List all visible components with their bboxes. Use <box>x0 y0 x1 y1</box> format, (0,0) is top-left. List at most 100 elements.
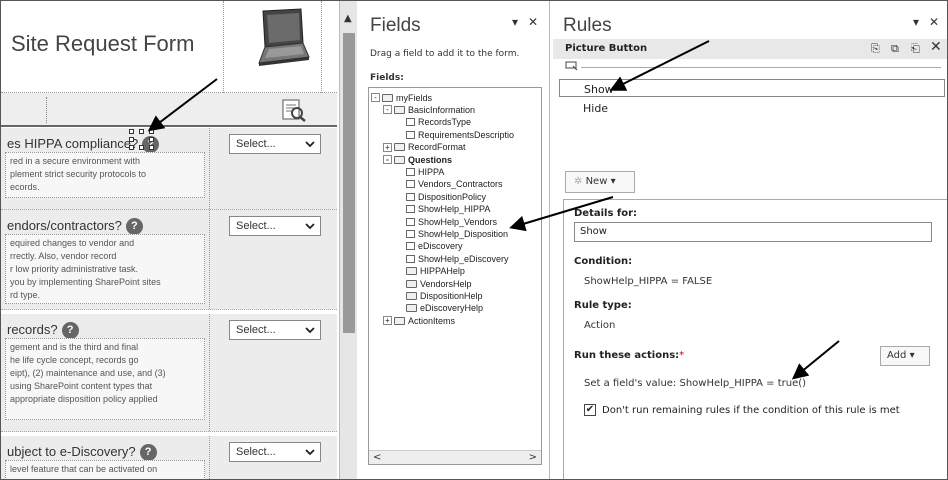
tree-node[interactable]: DispositionHelp <box>406 290 483 301</box>
expand-icon[interactable]: + <box>383 316 392 326</box>
hippa-select[interactable]: Select... <box>229 134 321 154</box>
help-icon[interactable]: ? <box>61 322 79 340</box>
tree-node-label: HIPPA <box>418 166 445 177</box>
ediscovery-select[interactable]: Select... <box>229 442 321 462</box>
scroll-thumb[interactable] <box>343 33 355 333</box>
check-icon[interactable]: ✔ <box>584 404 596 416</box>
control-name: Picture Button <box>565 43 648 54</box>
tree-node-label: Questions <box>408 154 453 165</box>
chevron-down-icon: ▾ <box>909 350 915 361</box>
copy-rule-icon[interactable]: ⎘ <box>871 42 880 56</box>
folder-icon <box>382 93 393 102</box>
pane-options-dropdown-icon[interactable]: ▾ <box>913 15 919 29</box>
fields-pane: Fields ▾ ✕ Drag a field to add it to the… <box>358 1 550 479</box>
tree-node[interactable]: - BasicInformation <box>383 104 475 115</box>
collapse-icon[interactable]: - <box>371 93 380 102</box>
tree-node-label: ShowHelp_eDiscovery <box>418 253 509 264</box>
rule-item-show[interactable]: Show <box>559 79 945 97</box>
pane-options-dropdown-icon[interactable]: ▾ <box>512 15 518 29</box>
rule-type-value: Action <box>584 320 616 331</box>
help-icon[interactable]: ? <box>125 218 143 236</box>
new-rule-button[interactable]: ✲ New ▾ <box>565 171 635 193</box>
question-text: records? <box>7 322 58 337</box>
field-icon <box>406 254 415 263</box>
question-row-records: records?? gement and is the third and fi… <box>1 314 337 432</box>
tree-node[interactable]: ShowHelp_Vendors <box>406 216 497 227</box>
tree-node-label: VendorsHelp <box>420 278 472 289</box>
tree-node[interactable]: HIPPA <box>406 166 444 177</box>
collapse-icon[interactable]: - <box>383 105 392 115</box>
help-icon[interactable]: ? <box>139 444 157 462</box>
rule-name-input[interactable]: Show <box>574 222 932 242</box>
tree-node[interactable]: + ActionItems <box>383 315 455 326</box>
tree-node[interactable]: RecordsType <box>406 117 471 128</box>
question-text: endors/contractors? <box>7 218 122 233</box>
question-row-vendors: endors/contractors?? equired changes to … <box>1 210 337 310</box>
details-for-label: Details for: <box>574 208 638 219</box>
scroll-right-icon[interactable]: > <box>529 452 537 463</box>
field-icon <box>406 192 415 201</box>
stop-rules-checkbox[interactable]: ✔ Don't run remaining rules if the condi… <box>584 404 900 416</box>
tree-node[interactable]: + RecordFormat <box>383 142 466 153</box>
tree-node[interactable]: VendorsHelp <box>406 278 472 289</box>
vendors-select[interactable]: Select... <box>229 216 321 236</box>
copy-all-rules-icon[interactable]: ⧉ <box>891 42 899 56</box>
chevron-down-icon <box>305 449 315 456</box>
fields-label: Fields: <box>370 73 404 83</box>
tree-node[interactable]: - Questions <box>383 154 452 165</box>
action-item[interactable]: Set a field's value: ShowHelp_HIPPA = tr… <box>584 378 806 389</box>
field-icon <box>406 180 415 189</box>
fields-tree[interactable]: + ActionItems eDiscoveryHelp DispositionHel… <box>368 87 542 465</box>
tree-node[interactable]: eDiscoveryHelp <box>406 303 483 314</box>
rules-control-header: Picture Button ⎘ ⧉ ⎗ ✕ <box>553 39 947 59</box>
button-event-icon <box>565 61 578 71</box>
tree-node[interactable]: eDiscovery <box>406 241 463 252</box>
scroll-left-icon[interactable]: < <box>373 452 381 463</box>
tree-node[interactable]: HIPPAHelp <box>406 266 465 277</box>
tree-node[interactable]: Vendors_Contractors <box>406 179 503 190</box>
rules-pane-title: Rules <box>563 15 612 36</box>
tree-horizontal-scrollbar[interactable]: < > <box>369 450 541 464</box>
folder-icon <box>406 279 417 288</box>
tree-node-label: eDiscoveryHelp <box>420 303 484 314</box>
picture-button-icon[interactable] <box>281 98 307 122</box>
expand-icon[interactable]: + <box>383 142 392 152</box>
tree-node-label: HIPPAHelp <box>420 266 465 277</box>
condition-label: Condition: <box>574 256 633 267</box>
tree-node[interactable]: - myFields <box>371 92 432 103</box>
condition-value[interactable]: ShowHelp_HIPPA = FALSE <box>584 276 712 287</box>
tree-node-label: DispositionPolicy <box>418 191 487 202</box>
tree-node[interactable]: ShowHelp_Disposition <box>406 228 508 239</box>
question-row-ediscovery: ubject to e-Discovery?? level feature th… <box>1 436 337 479</box>
rule-item-hide[interactable]: Hide <box>559 99 945 117</box>
close-icon[interactable]: ✕ <box>929 15 939 29</box>
tree-node-label: myFields <box>396 92 433 103</box>
tree-node[interactable]: DispositionPolicy <box>406 191 486 202</box>
tree-node-label: ShowHelp_Vendors <box>418 216 498 227</box>
paste-rule-icon[interactable]: ⎗ <box>911 42 920 56</box>
records-select[interactable]: Select... <box>229 320 321 340</box>
tree-node-label: ActionItems <box>408 315 456 326</box>
tree-node[interactable]: ShowHelp_HIPPA <box>406 204 490 215</box>
close-icon[interactable]: ✕ <box>528 15 538 29</box>
folder-icon <box>406 291 417 300</box>
rules-pane: Rules ▾ ✕ Picture Button ⎘ ⧉ ⎗ ✕ Show Hi… <box>551 1 947 479</box>
chevron-down-icon <box>305 141 315 148</box>
tree-node-label: eDiscovery <box>418 241 463 252</box>
collapse-icon[interactable]: - <box>383 155 392 164</box>
form-header: Site Request Form <box>1 1 337 93</box>
tree-node[interactable]: ShowHelp_eDiscovery <box>406 253 509 264</box>
tree-node-label: RecordFormat <box>408 142 466 153</box>
delete-rule-icon[interactable]: ✕ <box>930 39 942 55</box>
scroll-up-icon[interactable]: ▲ <box>344 13 352 24</box>
add-action-button[interactable]: Add ▾ <box>880 346 930 366</box>
tree-node-label: BasicInformation <box>408 104 476 115</box>
fields-hint: Drag a field to add it to the form. <box>370 49 520 59</box>
tree-node-label: Vendors_Contractors <box>418 179 503 190</box>
stop-rules-label: Don't run remaining rules if the conditi… <box>602 404 900 416</box>
infopath-window: Site Request Form es HIPPA compliance? r… <box>0 0 948 480</box>
form-vertical-scrollbar[interactable]: ▲ <box>339 1 357 479</box>
form-toolbar-row <box>1 93 337 127</box>
tree-node[interactable]: RequirementsDescriptio <box>406 129 514 140</box>
picture-button-selection-handles[interactable] <box>129 129 155 151</box>
